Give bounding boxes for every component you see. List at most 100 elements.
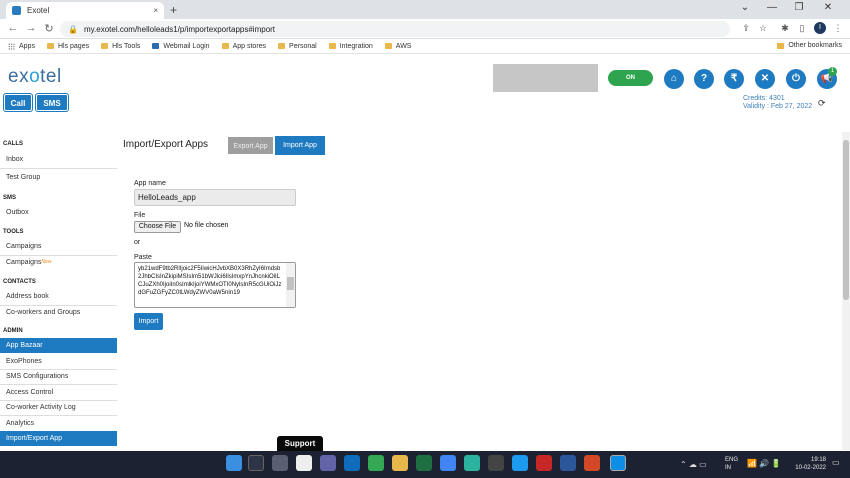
logout-icon[interactable]: ⏻ bbox=[786, 69, 806, 89]
bookmark-label: App stores bbox=[232, 42, 267, 50]
sms-button[interactable]: SMS bbox=[36, 94, 68, 111]
sidebar-item-label: Campaigns bbox=[6, 259, 42, 266]
system-tray-icons[interactable]: ⌃ ☁ ▭ bbox=[680, 460, 707, 469]
file-label: File bbox=[134, 212, 146, 219]
tools-icon[interactable]: ✕ bbox=[755, 69, 775, 89]
bookmark-label: AWS bbox=[395, 42, 412, 50]
profile-avatar[interactable]: I bbox=[814, 22, 826, 34]
support-button[interactable]: Support bbox=[277, 436, 323, 451]
notification-icon[interactable]: ▭ bbox=[832, 458, 840, 467]
sidebar-item-inbox[interactable]: Inbox bbox=[0, 152, 117, 167]
other-bookmarks[interactable]: Other bookmarks bbox=[777, 42, 842, 49]
bookmark-integration[interactable]: Integration bbox=[328, 43, 373, 50]
new-tab-button[interactable]: + bbox=[170, 3, 177, 17]
language-region: IN bbox=[725, 465, 731, 471]
sidebar-item-app-bazaar[interactable]: App Bazaar bbox=[0, 338, 117, 353]
sidebar-item-analytics[interactable]: Analytics bbox=[0, 416, 117, 431]
bookmark-apps[interactable]: Apps bbox=[8, 42, 35, 50]
menu-icon[interactable]: ⋮ bbox=[832, 23, 844, 34]
import-button[interactable]: Import bbox=[134, 313, 163, 330]
page-scroll-thumb[interactable] bbox=[843, 140, 849, 300]
chrome-icon[interactable] bbox=[368, 455, 384, 471]
outlook-icon[interactable] bbox=[344, 455, 360, 471]
choose-file-button[interactable]: Choose File bbox=[134, 221, 181, 233]
bookmark-label: Webmail Login bbox=[163, 42, 210, 50]
other-bookmarks-label: Other bookmarks bbox=[788, 42, 842, 49]
browser-tab[interactable]: Exotel × bbox=[6, 2, 164, 19]
exotel-logo[interactable]: exotel bbox=[8, 66, 62, 88]
maximize-button[interactable]: ❐ bbox=[789, 2, 809, 13]
tab-search-icon[interactable]: ⌄ bbox=[735, 2, 755, 13]
forward-icon[interactable]: → bbox=[24, 22, 38, 34]
clock[interactable]: 19:18 10-02-2022 bbox=[794, 456, 826, 472]
sidebar-item-campaigns[interactable]: Campaigns bbox=[0, 239, 117, 254]
home-icon[interactable]: ⌂ bbox=[664, 69, 684, 89]
bookmark-app-stores[interactable]: App stores bbox=[221, 42, 267, 50]
rupee-icon[interactable]: ₹ bbox=[724, 69, 744, 89]
windows-start-icon[interactable] bbox=[226, 455, 242, 471]
new-badge: New bbox=[41, 259, 52, 265]
word-icon[interactable] bbox=[560, 455, 576, 471]
call-button[interactable]: Call bbox=[4, 94, 32, 111]
bookmark-star-icon[interactable]: ☆ bbox=[757, 23, 769, 34]
bookmark-hls-tools[interactable]: Hls Tools bbox=[101, 43, 140, 50]
sidebar-item-test-group[interactable]: Test Group bbox=[0, 170, 117, 185]
on-toggle[interactable]: ON bbox=[608, 70, 653, 86]
sidebar-item-import-export[interactable]: Import/Export App bbox=[0, 431, 117, 446]
folder-icon bbox=[46, 43, 54, 49]
sidebar-item-address-book[interactable]: Address book bbox=[0, 289, 117, 304]
refresh-icon[interactable]: ⟳ bbox=[818, 98, 826, 109]
reload-icon[interactable]: ↻ bbox=[42, 22, 56, 35]
export-app-tab[interactable]: Export App bbox=[227, 136, 274, 155]
side-panel-icon[interactable]: ▯ bbox=[796, 23, 808, 34]
section-sms: SMS bbox=[3, 195, 17, 201]
search-icon[interactable] bbox=[248, 455, 264, 471]
textarea-scroll-thumb[interactable] bbox=[287, 277, 294, 290]
bookmark-personal[interactable]: Personal bbox=[278, 43, 317, 50]
language-indicator[interactable]: ENG IN bbox=[725, 456, 738, 472]
sidebar-item-sms-config[interactable]: SMS Configurations bbox=[0, 369, 117, 384]
bookmark-aws[interactable]: AWS bbox=[384, 42, 412, 50]
date-text: 10-02-2022 bbox=[795, 465, 826, 471]
minimize-button[interactable]: — bbox=[762, 2, 782, 13]
app-icon[interactable] bbox=[464, 455, 480, 471]
teams-icon[interactable] bbox=[320, 455, 336, 471]
powerpoint-icon[interactable] bbox=[584, 455, 600, 471]
close-window-button[interactable]: ✕ bbox=[818, 2, 838, 13]
app-name-label: App name bbox=[134, 180, 166, 187]
bookmark-label: Apps bbox=[19, 42, 35, 50]
extensions-icon[interactable]: ✱ bbox=[779, 23, 791, 34]
chrome-profile-icon[interactable] bbox=[440, 455, 456, 471]
tab-close-icon[interactable]: × bbox=[153, 6, 158, 15]
bookmark-webmail[interactable]: Webmail Login bbox=[152, 42, 210, 50]
app-name-input[interactable]: HelloLeads_app bbox=[134, 189, 296, 206]
sidebar-item-activity-log[interactable]: Co-worker Activity Log bbox=[0, 400, 117, 415]
sidebar-item-exophones[interactable]: ExoPhones bbox=[0, 354, 117, 369]
acrobat-icon[interactable] bbox=[536, 455, 552, 471]
app-icon[interactable] bbox=[512, 455, 528, 471]
logo-part: ex bbox=[8, 66, 30, 87]
edge-icon[interactable] bbox=[610, 455, 626, 471]
share-icon[interactable]: ⇪ bbox=[740, 23, 752, 34]
file-explorer-icon[interactable] bbox=[392, 455, 408, 471]
bookmark-hls-pages[interactable]: Hls pages bbox=[46, 43, 89, 50]
help-icon[interactable]: ? bbox=[694, 69, 714, 89]
mail-icon bbox=[152, 43, 160, 49]
section-admin: ADMIN bbox=[3, 328, 23, 334]
paste-label: Paste bbox=[134, 254, 152, 261]
back-icon[interactable]: ← bbox=[6, 22, 20, 34]
sidebar-item-outbox[interactable]: Outbox bbox=[0, 205, 117, 220]
widgets-icon[interactable] bbox=[296, 455, 312, 471]
folder-icon bbox=[328, 43, 336, 49]
logo-part: tel bbox=[40, 66, 62, 87]
app-icon[interactable] bbox=[488, 455, 504, 471]
sidebar-item-access-control[interactable]: Access Control bbox=[0, 385, 117, 400]
sidebar-item-campaigns-new[interactable]: CampaignsNew bbox=[0, 255, 117, 270]
task-view-icon[interactable] bbox=[272, 455, 288, 471]
excel-icon[interactable] bbox=[416, 455, 432, 471]
paste-textarea[interactable]: yb21wdF9tb2RlIjoic2F5IiwicHJvbXB0X3RhZyI… bbox=[134, 262, 296, 308]
import-app-tab[interactable]: Import App bbox=[275, 136, 325, 155]
url-input[interactable]: 🔒 my.exotel.com/helloleads1/p/importexpo… bbox=[60, 21, 730, 37]
network-volume-battery-icons[interactable]: 📶 🔊 🔋 bbox=[747, 459, 781, 468]
sidebar-item-coworkers[interactable]: Co-workers and Groups bbox=[0, 305, 117, 320]
